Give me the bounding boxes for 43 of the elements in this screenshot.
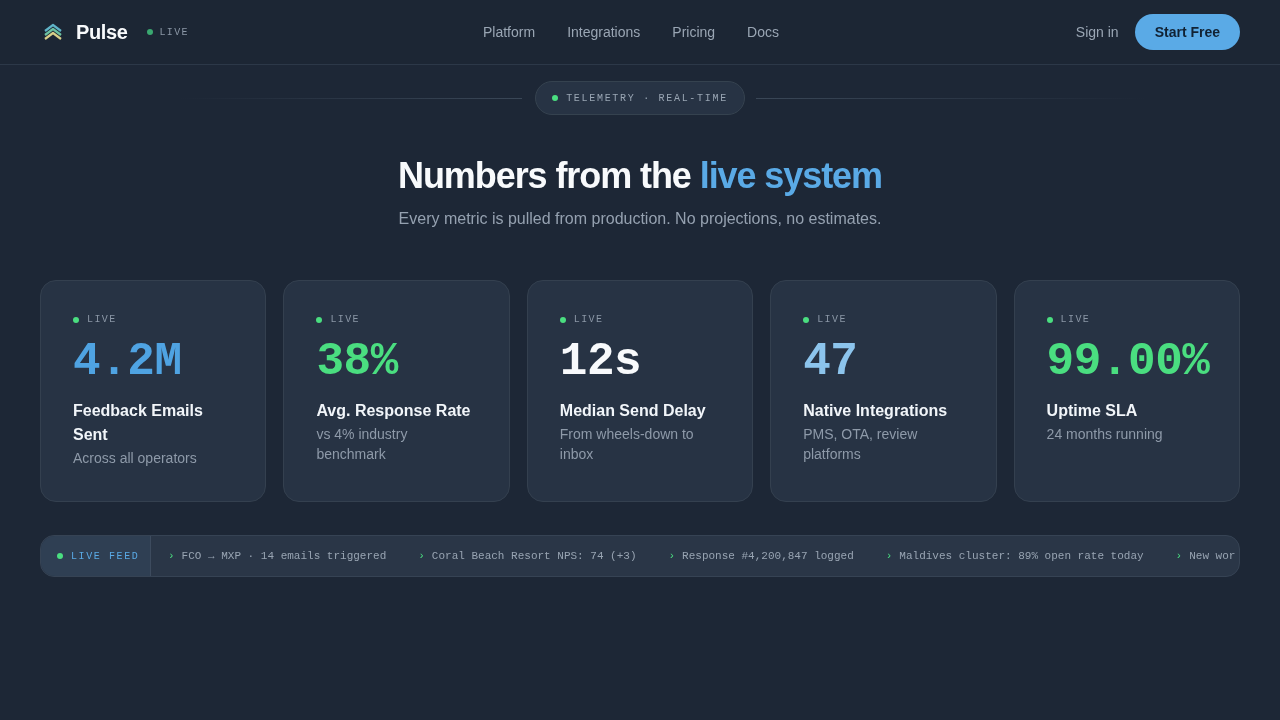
metric-title: Median Send Delay [559, 401, 707, 421]
telemetry-label: TELEMETRY · REAL-TIME [566, 91, 728, 106]
nav-link[interactable]: Pricing [672, 21, 716, 43]
sign-in-link[interactable]: Sign in [1075, 21, 1119, 43]
metric-description: Across all operators [73, 449, 198, 468]
live-status-label: LIVE [330, 314, 360, 326]
nav-link[interactable]: Platform [483, 21, 536, 43]
live-status-label: LIVE [87, 314, 117, 326]
live-feed-label: LIVE FEED [71, 549, 140, 564]
metric-title: Avg. Response Rate [316, 401, 472, 421]
hero-subtitle: Every metric is pulled from production. No projections, no estimates. [398, 209, 882, 229]
live-status-label: LIVE [573, 314, 604, 326]
chevron-bullet: › [168, 548, 175, 564]
metric-value: 38% [316, 339, 398, 385]
live-status-label: LIVE [159, 25, 189, 40]
metric-title: Uptime SLA [1046, 401, 1139, 421]
chevron-bullet: › [668, 548, 676, 564]
metric-description: 24 months running [1046, 425, 1164, 444]
nav-link[interactable]: Docs [747, 21, 779, 43]
feed-entry: Coral Beach Resort NPS: 74 (+3) [431, 548, 637, 564]
feed-entry: Response #4,200,847 logged [682, 548, 854, 564]
chevron-bullet: › [418, 548, 425, 564]
feed-entry: FCO → MXP · 14 emails triggered [181, 548, 387, 564]
live-status-label: LIVE [1060, 314, 1091, 326]
chevron-stack-logo-icon [44, 23, 62, 41]
metric-description: PMS, OTA, review platforms [803, 425, 919, 464]
metric-title: Feedback Emails Sent [73, 401, 204, 445]
metric-title: Native Integrations [803, 401, 949, 421]
chevron-bullet: › [885, 548, 893, 564]
metric-description: From wheels-down to inbox [559, 425, 695, 464]
brand-name[interactable]: Pulse [76, 17, 128, 47]
metric-value: 12s [559, 339, 642, 385]
chevron-bullet: › [1175, 548, 1183, 564]
hero-heading: Numbers from the live system [398, 154, 882, 197]
start-free-button[interactable]: Start Free [1134, 14, 1240, 50]
live-status-label: LIVE [817, 314, 847, 326]
metric-description: vs 4% industry benchmark [316, 425, 409, 464]
feed-entry: Maldives cluster: 89% open rate today [899, 548, 1144, 564]
metric-value: 47 [803, 339, 858, 385]
metric-value: 99.00% [1046, 339, 1210, 385]
nav-link[interactable]: Integrations [567, 21, 641, 43]
metric-value: 4.2M [73, 339, 182, 385]
feed-entry: New wor [1189, 548, 1236, 564]
